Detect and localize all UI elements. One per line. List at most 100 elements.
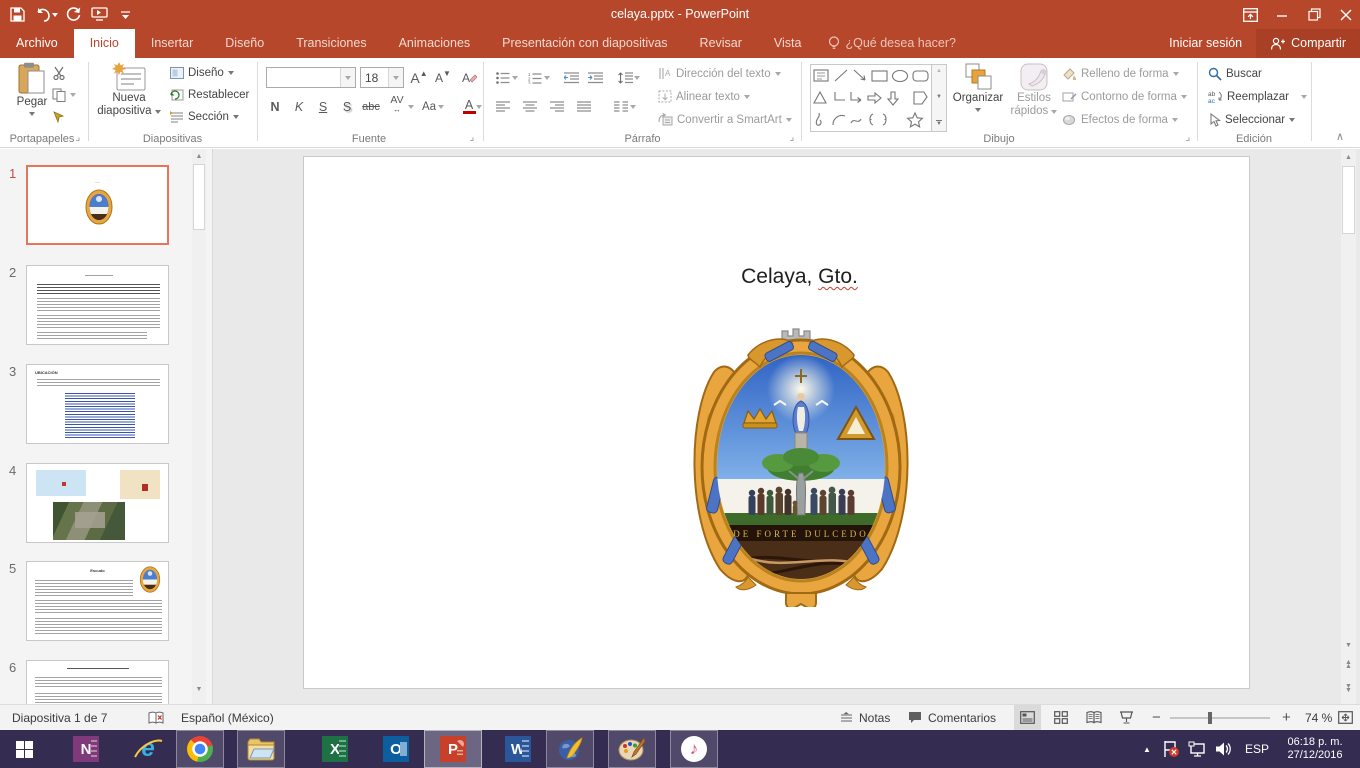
cut-button[interactable]	[52, 66, 66, 80]
shapes-gallery-scroll[interactable]: ▲ ▼ ▼	[932, 64, 947, 132]
comments-button[interactable]: Comentarios	[908, 705, 996, 730]
main-scrollbar[interactable]: ▲ ▼ ▲▲ ▼▼	[1341, 150, 1356, 704]
main-scroll-down-icon[interactable]: ▼	[1341, 638, 1356, 652]
slide-thumbnail-4[interactable]	[26, 463, 169, 543]
decrease-indent-button[interactable]	[560, 67, 582, 88]
arrange-button[interactable]: Organizar	[950, 62, 1006, 112]
shapes-scroll-up-icon[interactable]: ▲	[936, 68, 942, 74]
select-button[interactable]: Seleccionar	[1208, 113, 1295, 127]
parrafo-dialog-launcher-icon[interactable]: ⌟	[786, 132, 798, 144]
close-icon[interactable]	[1332, 0, 1360, 29]
format-painter-button[interactable]	[52, 110, 66, 124]
taskbar-ie-icon[interactable]: e	[124, 730, 172, 768]
font-size-dropdown-icon[interactable]	[388, 68, 403, 87]
volume-icon[interactable]	[1210, 730, 1236, 768]
align-center-button[interactable]	[519, 96, 541, 117]
find-button[interactable]: Buscar	[1208, 67, 1262, 81]
next-slide-icon[interactable]: ▼▼	[1341, 682, 1356, 696]
numbering-dropdown-icon[interactable]	[542, 67, 552, 88]
shape-outline-button[interactable]: Contorno de forma	[1062, 90, 1187, 103]
tab-vista[interactable]: Vista	[758, 29, 818, 58]
notes-button[interactable]: Notas	[840, 705, 890, 730]
font-size-combobox[interactable]: 18	[360, 67, 404, 88]
taskbar-paint-icon[interactable]	[608, 730, 656, 768]
slide-thumbnail-5[interactable]: Escudo	[26, 561, 169, 641]
align-left-button[interactable]	[492, 96, 514, 117]
slide-title-text[interactable]: Celaya, Gto.	[327, 265, 1272, 289]
section-button[interactable]: Sección	[170, 111, 239, 123]
bold-button[interactable]: N	[264, 96, 286, 117]
taskbar-file-explorer-icon[interactable]	[237, 730, 285, 768]
thumb-scroll-down-icon[interactable]: ▼	[192, 682, 206, 696]
collapse-ribbon-icon[interactable]: ∧	[1336, 130, 1344, 143]
layout-button[interactable]: Diseño	[170, 67, 234, 79]
language-indicator[interactable]: ESP	[1240, 730, 1274, 768]
bullets-dropdown-icon[interactable]	[510, 67, 520, 88]
tab-archivo[interactable]: Archivo	[0, 29, 74, 58]
text-shadow-button[interactable]: S	[336, 96, 358, 117]
align-text-button[interactable]: Alinear texto	[658, 90, 750, 103]
replace-button[interactable]: abac Reemplazar	[1208, 90, 1307, 103]
tab-insertar[interactable]: Insertar	[135, 29, 209, 58]
columns-dropdown-icon[interactable]	[628, 96, 638, 117]
change-case-button[interactable]: Aa	[422, 96, 444, 117]
main-scrollbar-thumb[interactable]	[1342, 166, 1355, 234]
action-center-flag-icon[interactable]	[1158, 730, 1184, 768]
start-button[interactable]	[0, 730, 48, 768]
network-icon[interactable]	[1184, 730, 1210, 768]
slide-thumbnail-1[interactable]: ·····	[26, 165, 169, 245]
font-name-dropdown-icon[interactable]	[340, 68, 355, 87]
slide-thumbnail-6[interactable]	[26, 660, 169, 704]
increase-font-size-button[interactable]: A▲	[408, 67, 430, 88]
thumb-scrollbar-thumb[interactable]	[193, 164, 205, 230]
restore-icon[interactable]	[1300, 0, 1328, 29]
zoom-in-button[interactable]: +	[1282, 705, 1291, 730]
decrease-font-size-button[interactable]: A▼	[432, 67, 454, 88]
new-slide-button[interactable]: Nueva diapositiva	[100, 62, 158, 118]
tab-revisar[interactable]: Revisar	[684, 29, 758, 58]
justify-button[interactable]	[573, 96, 595, 117]
tab-diseno[interactable]: Diseño	[209, 29, 280, 58]
line-spacing-dropdown-icon[interactable]	[632, 67, 642, 88]
fuente-dialog-launcher-icon[interactable]: ⌟	[466, 132, 478, 144]
strikethrough-button[interactable]: abc	[360, 96, 382, 117]
slideshow-view-button[interactable]	[1113, 705, 1140, 730]
increase-indent-button[interactable]	[584, 67, 606, 88]
share-button[interactable]: Compartir	[1256, 29, 1360, 58]
zoom-slider-thumb[interactable]	[1208, 712, 1212, 724]
tab-inicio[interactable]: Inicio	[74, 29, 135, 58]
taskbar-outlook-icon[interactable]: O	[372, 730, 420, 768]
previous-slide-icon[interactable]: ▲▲	[1341, 658, 1356, 672]
tab-animaciones[interactable]: Animaciones	[383, 29, 487, 58]
italic-button[interactable]: K	[288, 96, 310, 117]
taskbar-itunes-icon[interactable]: ♪	[670, 730, 718, 768]
tab-presentacion[interactable]: Presentación con diapositivas	[486, 29, 683, 58]
sign-in-button[interactable]: Iniciar sesión	[1155, 29, 1256, 58]
taskbar-browser-globe-feather-icon[interactable]	[546, 730, 594, 768]
taskbar-chrome-icon[interactable]	[176, 730, 224, 768]
zoom-level[interactable]: 74 %	[1305, 705, 1332, 730]
taskbar-word-icon[interactable]: W	[494, 730, 542, 768]
shapes-scroll-down-icon[interactable]: ▼	[936, 94, 942, 100]
normal-view-button[interactable]	[1014, 705, 1041, 730]
slide-canvas[interactable]: Celaya, Gto.	[303, 156, 1250, 689]
reading-view-button[interactable]	[1080, 705, 1107, 730]
tell-me-box[interactable]: ¿Qué desea hacer?	[818, 29, 967, 58]
align-right-button[interactable]	[546, 96, 568, 117]
celaya-coat-of-arms[interactable]: DE FORTE DULCEDO	[686, 317, 916, 607]
underline-button[interactable]: S	[312, 96, 334, 117]
slide-thumbnail-3[interactable]: UBICACIÓN	[26, 364, 169, 444]
character-spacing-button[interactable]: AV↔	[386, 94, 408, 115]
clear-formatting-button[interactable]: A	[458, 67, 480, 88]
main-scroll-up-icon[interactable]: ▲	[1341, 150, 1356, 164]
tab-transiciones[interactable]: Transiciones	[280, 29, 382, 58]
font-name-combobox[interactable]	[266, 67, 356, 88]
taskbar-onenote-icon[interactable]: N	[62, 730, 110, 768]
portapapeles-dialog-launcher-icon[interactable]: ⌟	[72, 132, 84, 144]
quick-styles-button[interactable]: Estilos rápidos	[1008, 62, 1060, 118]
dibujo-dialog-launcher-icon[interactable]: ⌟	[1182, 132, 1194, 144]
shapes-more-icon[interactable]: ▼	[936, 120, 942, 128]
shapes-gallery[interactable]	[810, 64, 932, 132]
spellcheck-icon[interactable]	[148, 705, 164, 730]
text-direction-button[interactable]: A Dirección del texto	[658, 67, 781, 80]
